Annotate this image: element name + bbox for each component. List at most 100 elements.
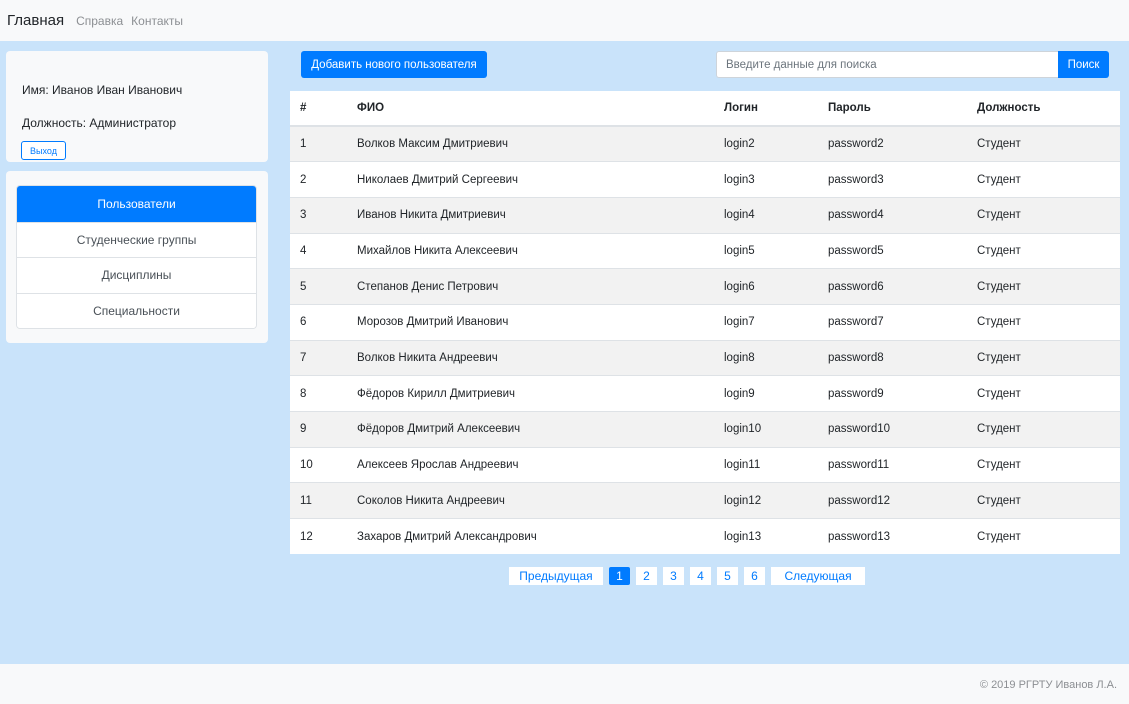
pagination-page-5[interactable]: 5 bbox=[717, 567, 738, 585]
cell-position: Студент bbox=[967, 518, 1120, 555]
cell-fullname: Волков Максим Дмитриевич bbox=[347, 125, 714, 162]
cell-fullname: Захаров Дмитрий Александрович bbox=[347, 518, 714, 555]
cell-number: 4 bbox=[290, 232, 347, 269]
cell-position: Студент bbox=[967, 268, 1120, 305]
table-row[interactable]: 12 Захаров Дмитрий Александрович login13 pa… bbox=[290, 518, 1120, 555]
cell-position: Студент bbox=[967, 161, 1120, 198]
cell-fullname: Волков Никита Андреевич bbox=[347, 339, 714, 376]
cell-password: password4 bbox=[818, 196, 967, 234]
user-role: Должность: Администратор bbox=[22, 116, 176, 130]
table-header-row: # ФИО Логин Пароль Должность bbox=[290, 91, 1120, 127]
cell-number: 6 bbox=[290, 303, 347, 341]
cell-login: login5 bbox=[714, 232, 818, 269]
cell-number: 3 bbox=[290, 196, 347, 234]
cell-fullname: Фёдоров Кирилл Дмитриевич bbox=[347, 375, 714, 412]
cell-password: password6 bbox=[818, 268, 967, 305]
column-header-position: Должность bbox=[967, 91, 1120, 127]
cell-password: password9 bbox=[818, 375, 967, 412]
sidebar-item-users[interactable]: Пользователи bbox=[17, 186, 256, 222]
user-name: Имя: Иванов Иван Иванович bbox=[22, 83, 183, 97]
cell-number: 9 bbox=[290, 411, 347, 448]
table-row[interactable]: 10 Алексеев Ярослав Андреевич login11 passw… bbox=[290, 446, 1120, 483]
cell-password: password8 bbox=[818, 339, 967, 376]
cell-number: 10 bbox=[290, 446, 347, 483]
cell-fullname: Михайлов Никита Алексеевич bbox=[347, 232, 714, 269]
pagination-page-2[interactable]: 2 bbox=[636, 567, 657, 585]
cell-fullname: Морозов Дмитрий Иванович bbox=[347, 303, 714, 341]
table-row[interactable]: 7 Волков Никита Андреевич login8 password8 С… bbox=[290, 339, 1120, 376]
cell-position: Студент bbox=[967, 482, 1120, 519]
pagination-page-3[interactable]: 3 bbox=[663, 567, 684, 585]
nav-contacts-link[interactable]: Контакты bbox=[131, 14, 183, 28]
pagination-page-6[interactable]: 6 bbox=[744, 567, 765, 585]
main-area: Имя: Иванов Иван Иванович Должность: Адм… bbox=[0, 41, 1129, 664]
cell-password: password5 bbox=[818, 232, 967, 269]
table-row[interactable]: 4 Михайлов Никита Алексеевич login5 passwor… bbox=[290, 232, 1120, 269]
column-header-fullname: ФИО bbox=[347, 91, 714, 127]
cell-login: login13 bbox=[714, 518, 818, 555]
cell-login: login10 bbox=[714, 411, 818, 448]
cell-login: login4 bbox=[714, 196, 818, 234]
cell-number: 7 bbox=[290, 339, 347, 376]
cell-position: Студент bbox=[967, 339, 1120, 376]
table-row[interactable]: 5 Степанов Денис Петрович login6 password6 С… bbox=[290, 268, 1120, 305]
nav-home-link[interactable]: Главная bbox=[7, 12, 64, 29]
table-row[interactable]: 9 Фёдоров Дмитрий Алексеевич login10 passwo… bbox=[290, 411, 1120, 448]
user-card: Имя: Иванов Иван Иванович Должность: Адм… bbox=[6, 51, 268, 162]
cell-position: Студент bbox=[967, 375, 1120, 412]
search-input[interactable] bbox=[716, 51, 1058, 78]
cell-password: password2 bbox=[818, 125, 967, 162]
sidebar-item-student-groups[interactable]: Студенческие группы bbox=[17, 221, 256, 257]
cell-fullname: Фёдоров Дмитрий Алексеевич bbox=[347, 411, 714, 448]
cell-position: Студент bbox=[967, 125, 1120, 162]
cell-fullname: Иванов Никита Дмитриевич bbox=[347, 196, 714, 234]
cell-password: password10 bbox=[818, 411, 967, 448]
table-row[interactable]: 3 Иванов Никита Дмитриевич login4 password4… bbox=[290, 196, 1120, 234]
cell-fullname: Соколов Никита Андреевич bbox=[347, 482, 714, 519]
table-row[interactable]: 2 Николаев Дмитрий Сергеевич login3 passwor… bbox=[290, 161, 1120, 198]
pagination-prev-button[interactable]: Предыдущая bbox=[509, 567, 603, 585]
cell-fullname: Николаев Дмитрий Сергеевич bbox=[347, 161, 714, 198]
cell-number: 1 bbox=[290, 125, 347, 162]
column-header-login: Логин bbox=[714, 91, 818, 127]
footer-copyright: © 2019 РГРТУ Иванов Л.А. bbox=[979, 679, 1117, 691]
logout-button[interactable]: Выход bbox=[21, 141, 66, 160]
pagination-next-button[interactable]: Следующая bbox=[771, 567, 865, 585]
cell-login: login11 bbox=[714, 446, 818, 483]
cell-login: login6 bbox=[714, 268, 818, 305]
cell-password: password12 bbox=[818, 482, 967, 519]
sidebar-menu: Пользователи Студенческие группы Дисциплин… bbox=[6, 171, 268, 343]
sidebar-item-disciplines[interactable]: Дисциплины bbox=[17, 257, 256, 293]
search-button[interactable]: Поиск bbox=[1058, 51, 1109, 78]
cell-position: Студент bbox=[967, 446, 1120, 483]
cell-password: password13 bbox=[818, 518, 967, 555]
table-row[interactable]: 6 Морозов Дмитрий Иванович login7 password7… bbox=[290, 303, 1120, 341]
cell-position: Студент bbox=[967, 196, 1120, 234]
cell-number: 12 bbox=[290, 518, 347, 555]
footer: © 2019 РГРТУ Иванов Л.А. bbox=[0, 664, 1129, 704]
table-row[interactable]: 1 Волков Максим Дмитриевич login2 password2… bbox=[290, 125, 1120, 162]
table-row[interactable]: 11 Соколов Никита Андреевич login12 passwor… bbox=[290, 482, 1120, 519]
column-header-number: # bbox=[290, 91, 347, 127]
table-row[interactable]: 8 Фёдоров Кирилл Дмитриевич login9 password… bbox=[290, 375, 1120, 412]
cell-login: login2 bbox=[714, 125, 818, 162]
pagination: Предыдущая 1 2 3 4 5 6 Следующая bbox=[509, 567, 865, 585]
cell-position: Студент bbox=[967, 411, 1120, 448]
navbar: Главная Справка Контакты bbox=[0, 0, 1129, 41]
cell-login: login7 bbox=[714, 303, 818, 341]
cell-fullname: Алексеев Ярослав Андреевич bbox=[347, 446, 714, 483]
cell-login: login9 bbox=[714, 375, 818, 412]
pagination-page-1[interactable]: 1 bbox=[609, 567, 630, 585]
cell-login: login12 bbox=[714, 482, 818, 519]
nav-help-link[interactable]: Справка bbox=[76, 14, 123, 28]
cell-position: Студент bbox=[967, 232, 1120, 269]
add-user-button[interactable]: Добавить нового пользователя bbox=[301, 51, 487, 78]
cell-number: 2 bbox=[290, 161, 347, 198]
pagination-page-4[interactable]: 4 bbox=[690, 567, 711, 585]
users-table: # ФИО Логин Пароль Должность 1 Волков Максим … bbox=[290, 91, 1120, 555]
cell-fullname: Степанов Денис Петрович bbox=[347, 268, 714, 305]
cell-password: password7 bbox=[818, 303, 967, 341]
sidebar-item-specialties[interactable]: Специальности bbox=[17, 292, 256, 328]
cell-password: password11 bbox=[818, 446, 967, 483]
cell-position: Студент bbox=[967, 303, 1120, 341]
